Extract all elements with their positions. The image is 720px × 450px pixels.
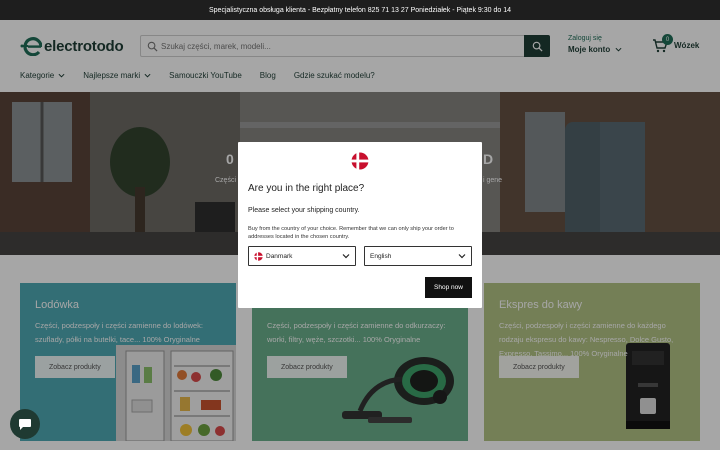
denmark-flag-icon <box>254 251 263 261</box>
country-selector-modal: Are you in the right place? Please selec… <box>238 142 482 308</box>
shop-now-button[interactable]: Shop now <box>425 277 472 298</box>
announcement-bar: Specjalistyczna obsługa klienta - Bezpła… <box>0 0 720 20</box>
country-select[interactable]: Danmark <box>248 246 356 266</box>
announcement-text: Specjalistyczna obsługa klienta - Bezpła… <box>209 6 511 14</box>
country-value: Danmark <box>266 252 293 260</box>
chevron-down-icon <box>458 254 466 259</box>
language-value: English <box>370 252 392 260</box>
chat-icon <box>19 418 31 430</box>
denmark-flag-icon <box>351 152 369 170</box>
language-select[interactable]: English <box>364 246 472 266</box>
chat-button[interactable] <box>10 409 40 439</box>
modal-subtitle: Please select your shipping country. <box>248 207 360 214</box>
chevron-down-icon <box>342 254 350 259</box>
modal-note: Buy from the country of your choice. Rem… <box>248 226 454 240</box>
modal-title: Are you in the right place? <box>248 183 365 194</box>
